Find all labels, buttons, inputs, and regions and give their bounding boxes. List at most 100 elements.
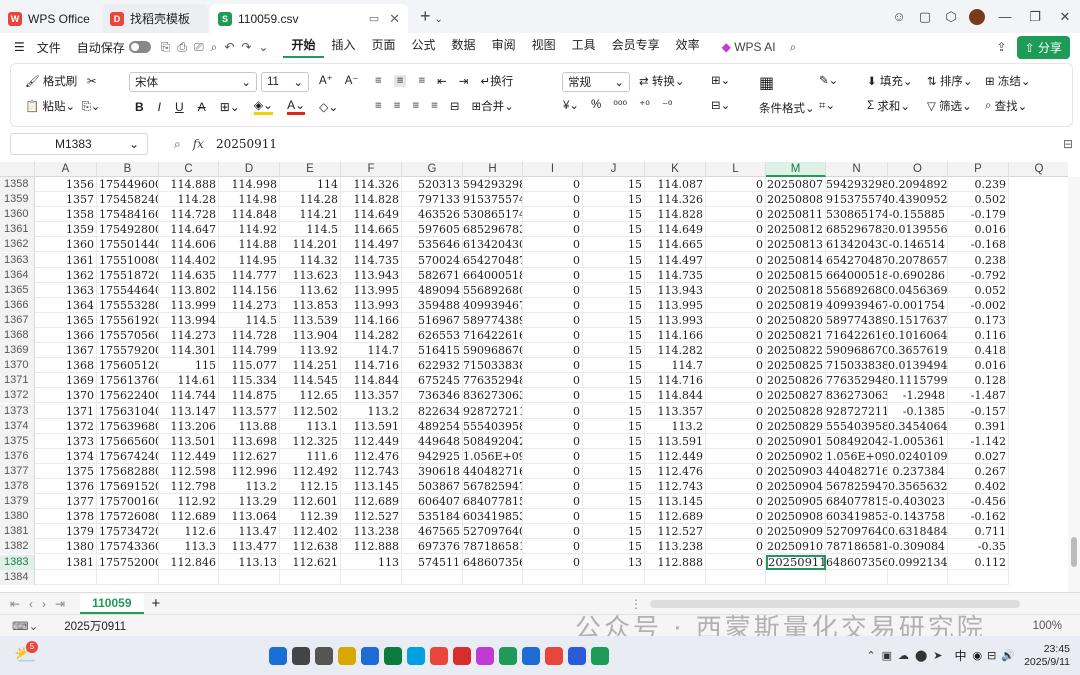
- cell-P[interactable]: 0.027: [948, 448, 1009, 464]
- cell-O[interactable]: 0.0240109: [888, 448, 948, 464]
- column-header-A[interactable]: A: [35, 162, 97, 177]
- cell-M[interactable]: 20250908: [766, 509, 826, 525]
- cell-K[interactable]: 114.087: [645, 177, 706, 192]
- cell-G[interactable]: 390618: [402, 463, 463, 479]
- cell-H[interactable]: [463, 569, 523, 585]
- cell-A[interactable]: 1370: [35, 388, 97, 404]
- cell-I[interactable]: [523, 569, 583, 585]
- cell-C[interactable]: 114.301: [159, 343, 219, 359]
- cell-H[interactable]: 440482716: [463, 463, 523, 479]
- cell-G[interactable]: 489254: [402, 418, 463, 434]
- cell-F[interactable]: 113.2: [341, 403, 402, 419]
- menu-item-3[interactable]: 公式: [404, 36, 444, 58]
- cell-N[interactable]: 567825947: [826, 479, 888, 494]
- window-icon[interactable]: ▢: [912, 9, 938, 25]
- cell-D[interactable]: 114.998: [219, 177, 280, 192]
- cell-I[interactable]: 0: [523, 433, 583, 449]
- cell-M[interactable]: 20250904: [766, 479, 826, 494]
- cell-G[interactable]: [402, 569, 463, 585]
- clock[interactable]: 23:45 2025/9/11: [1024, 643, 1070, 669]
- cell-J[interactable]: 15: [583, 494, 645, 510]
- cell-C[interactable]: 115: [159, 358, 219, 374]
- cell-M[interactable]: 20250812: [766, 222, 826, 238]
- cell-K[interactable]: 113.591: [645, 433, 706, 449]
- row-header[interactable]: 1374: [0, 418, 35, 434]
- cell-F[interactable]: 113.591: [341, 418, 402, 434]
- cell-H[interactable]: 685296783: [463, 222, 523, 238]
- percent-icon[interactable]: %: [591, 99, 601, 111]
- cell-L[interactable]: 0: [706, 282, 766, 298]
- font-family-select[interactable]: 宋体 ⌄: [129, 72, 257, 92]
- zoom-icon[interactable]: ⌕: [174, 137, 181, 152]
- cell-J[interactable]: 15: [583, 448, 645, 464]
- row-header[interactable]: 1362: [0, 237, 35, 253]
- upload-cloud-icon[interactable]: ⇪: [997, 40, 1007, 54]
- cell-L[interactable]: 0: [706, 433, 766, 449]
- cell-G[interactable]: 622932: [402, 358, 463, 374]
- cell-N[interactable]: 928727211: [826, 403, 888, 419]
- decimal-increase-icon[interactable]: ⁺⁰: [639, 98, 650, 112]
- cell-G[interactable]: 467565: [402, 524, 463, 540]
- cell-K[interactable]: 112.689: [645, 509, 706, 525]
- cell-P[interactable]: -0.792: [948, 267, 1009, 283]
- vscode-icon[interactable]: [521, 646, 540, 665]
- cell-O[interactable]: 0.1016064: [888, 328, 948, 343]
- decrease-font-icon[interactable]: A⁻: [345, 73, 359, 87]
- cell-O[interactable]: -0.143758: [888, 509, 948, 525]
- cell-A[interactable]: 1373: [35, 433, 97, 449]
- cell-C[interactable]: 112.846: [159, 554, 219, 570]
- cell-G[interactable]: 942925: [402, 448, 463, 464]
- cell-G[interactable]: 520313: [402, 177, 463, 192]
- cell-L[interactable]: [706, 569, 766, 585]
- cell-I[interactable]: 0: [523, 207, 583, 223]
- outlook-icon[interactable]: [360, 646, 379, 665]
- cell-K[interactable]: 114.716: [645, 373, 706, 389]
- cell-J[interactable]: 15: [583, 403, 645, 419]
- cell-J[interactable]: 15: [583, 312, 645, 328]
- cell-P[interactable]: 0.418: [948, 343, 1009, 359]
- cell-C[interactable]: 114.61: [159, 373, 219, 389]
- cell-G[interactable]: 626553: [402, 328, 463, 343]
- horizontal-scrollbar[interactable]: [650, 599, 1020, 608]
- cond-format-icon[interactable]: ▦: [759, 73, 774, 93]
- cell-A[interactable]: 1374: [35, 448, 97, 464]
- cell-I[interactable]: 0: [523, 358, 583, 374]
- cell-P[interactable]: 0.016: [948, 358, 1009, 374]
- row-col-icon[interactable]: ⊞⌄: [711, 73, 730, 87]
- cell-G[interactable]: 516415: [402, 343, 463, 359]
- monitor-icon[interactable]: ▭: [369, 12, 379, 25]
- row-header[interactable]: 1368: [0, 328, 35, 343]
- bold-icon[interactable]: B: [135, 100, 144, 114]
- cell-B[interactable]: 175734720: [97, 524, 159, 540]
- cell-B[interactable]: 175518720: [97, 267, 159, 283]
- cell-L[interactable]: 0: [706, 207, 766, 223]
- cell-K[interactable]: 114.844: [645, 388, 706, 404]
- column-header-D[interactable]: D: [219, 162, 280, 177]
- cell-E[interactable]: 112.638: [280, 539, 341, 555]
- cell-C[interactable]: 112.92: [159, 494, 219, 510]
- cell-N[interactable]: 716422616: [826, 328, 888, 343]
- fill-color-icon[interactable]: ◈⌄: [253, 98, 274, 115]
- cell-A[interactable]: 1366: [35, 328, 97, 343]
- cell-B[interactable]: 175726080: [97, 509, 159, 525]
- cell-L[interactable]: 0: [706, 343, 766, 359]
- cell-D[interactable]: 113.698: [219, 433, 280, 449]
- cell-H[interactable]: 928727211: [463, 403, 523, 419]
- cell-A[interactable]: 1379: [35, 524, 97, 540]
- cell-H[interactable]: 776352948: [463, 373, 523, 389]
- cell-K[interactable]: 112.888: [645, 554, 706, 570]
- cell-E[interactable]: 112.65: [280, 388, 341, 404]
- filter-button[interactable]: ▽ 筛选 ⌄: [927, 98, 972, 114]
- cell-D[interactable]: 113.064: [219, 509, 280, 525]
- freeze-button[interactable]: ⊞ 冻结 ⌄: [985, 73, 1030, 89]
- cell-D[interactable]: 113.47: [219, 524, 280, 540]
- cell-N[interactable]: 715033838: [826, 358, 888, 374]
- cell-A[interactable]: 1375: [35, 463, 97, 479]
- spreadsheet-grid[interactable]: ABCDEFGHIJKLMNOPQ 1358 1356 175449600 114.8…: [0, 162, 1068, 592]
- system-icons[interactable]: ◉⊟🔊: [973, 649, 1021, 662]
- cell-B[interactable]: 175510080: [97, 252, 159, 268]
- autosave-toggle[interactable]: [128, 41, 151, 53]
- cell-B[interactable]: 175553280: [97, 297, 159, 313]
- menu-item-2[interactable]: 页面: [364, 36, 404, 58]
- cell-L[interactable]: 0: [706, 554, 766, 570]
